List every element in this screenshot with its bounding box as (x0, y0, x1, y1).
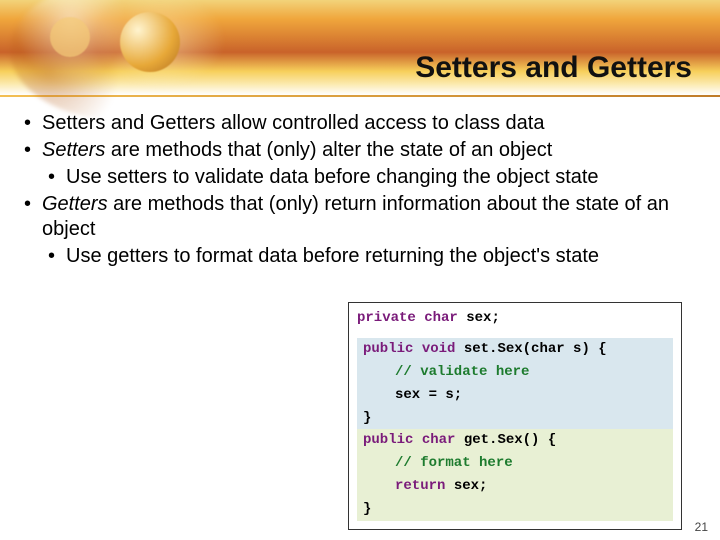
code-line: public char get.Sex() { (357, 429, 673, 452)
list-item: Setters and Getters allow controlled acc… (22, 111, 698, 136)
code-text: } (363, 501, 371, 517)
code-line: return sex; (357, 475, 673, 498)
term: Getters (42, 193, 108, 215)
keyword: public (363, 341, 413, 357)
keyword: return (395, 478, 445, 494)
keyword: char (424, 310, 458, 326)
code-line: } (357, 407, 673, 430)
keyword: char (422, 432, 456, 448)
list-item: Use setters to validate data before chan… (42, 165, 698, 190)
code-text: } (363, 410, 371, 426)
code-line: sex = s; (357, 384, 673, 407)
text: are methods that (only) return informati… (42, 193, 669, 240)
keyword: void (422, 341, 456, 357)
sub-list: Use setters to validate data before chan… (42, 165, 698, 190)
comment: // validate here (395, 364, 529, 380)
code-line: // validate here (357, 361, 673, 384)
bullet-list: Setters and Getters allow controlled acc… (22, 111, 698, 269)
text: are methods that (only) alter the state … (105, 139, 552, 161)
list-item: Setters are methods that (only) alter th… (22, 138, 698, 190)
sub-list: Use getters to format data before return… (42, 244, 698, 269)
code-text: sex; (466, 310, 500, 326)
comment: // format here (395, 455, 513, 471)
code-line: } (357, 498, 673, 521)
code-example: private char sex; public void set.Sex(ch… (348, 302, 682, 530)
code-text: sex = s; (395, 387, 462, 403)
code-line: private char sex; (357, 309, 673, 328)
code-line: // format here (357, 452, 673, 475)
code-text: get.Sex() { (464, 432, 556, 448)
list-item: Use getters to format data before return… (42, 244, 698, 269)
term: Setters (42, 139, 105, 161)
page-number: 21 (695, 520, 708, 534)
body-content: Setters and Getters allow controlled acc… (0, 97, 720, 269)
code-text: sex; (445, 478, 487, 494)
keyword: public (363, 432, 413, 448)
slide-title: Setters and Getters (415, 51, 692, 87)
title-banner: Setters and Getters (0, 0, 720, 95)
keyword: private (357, 310, 416, 326)
code-text: set.Sex(char s) { (464, 341, 607, 357)
code-line: public void set.Sex(char s) { (357, 338, 673, 361)
list-item: Getters are methods that (only) return i… (22, 192, 698, 269)
